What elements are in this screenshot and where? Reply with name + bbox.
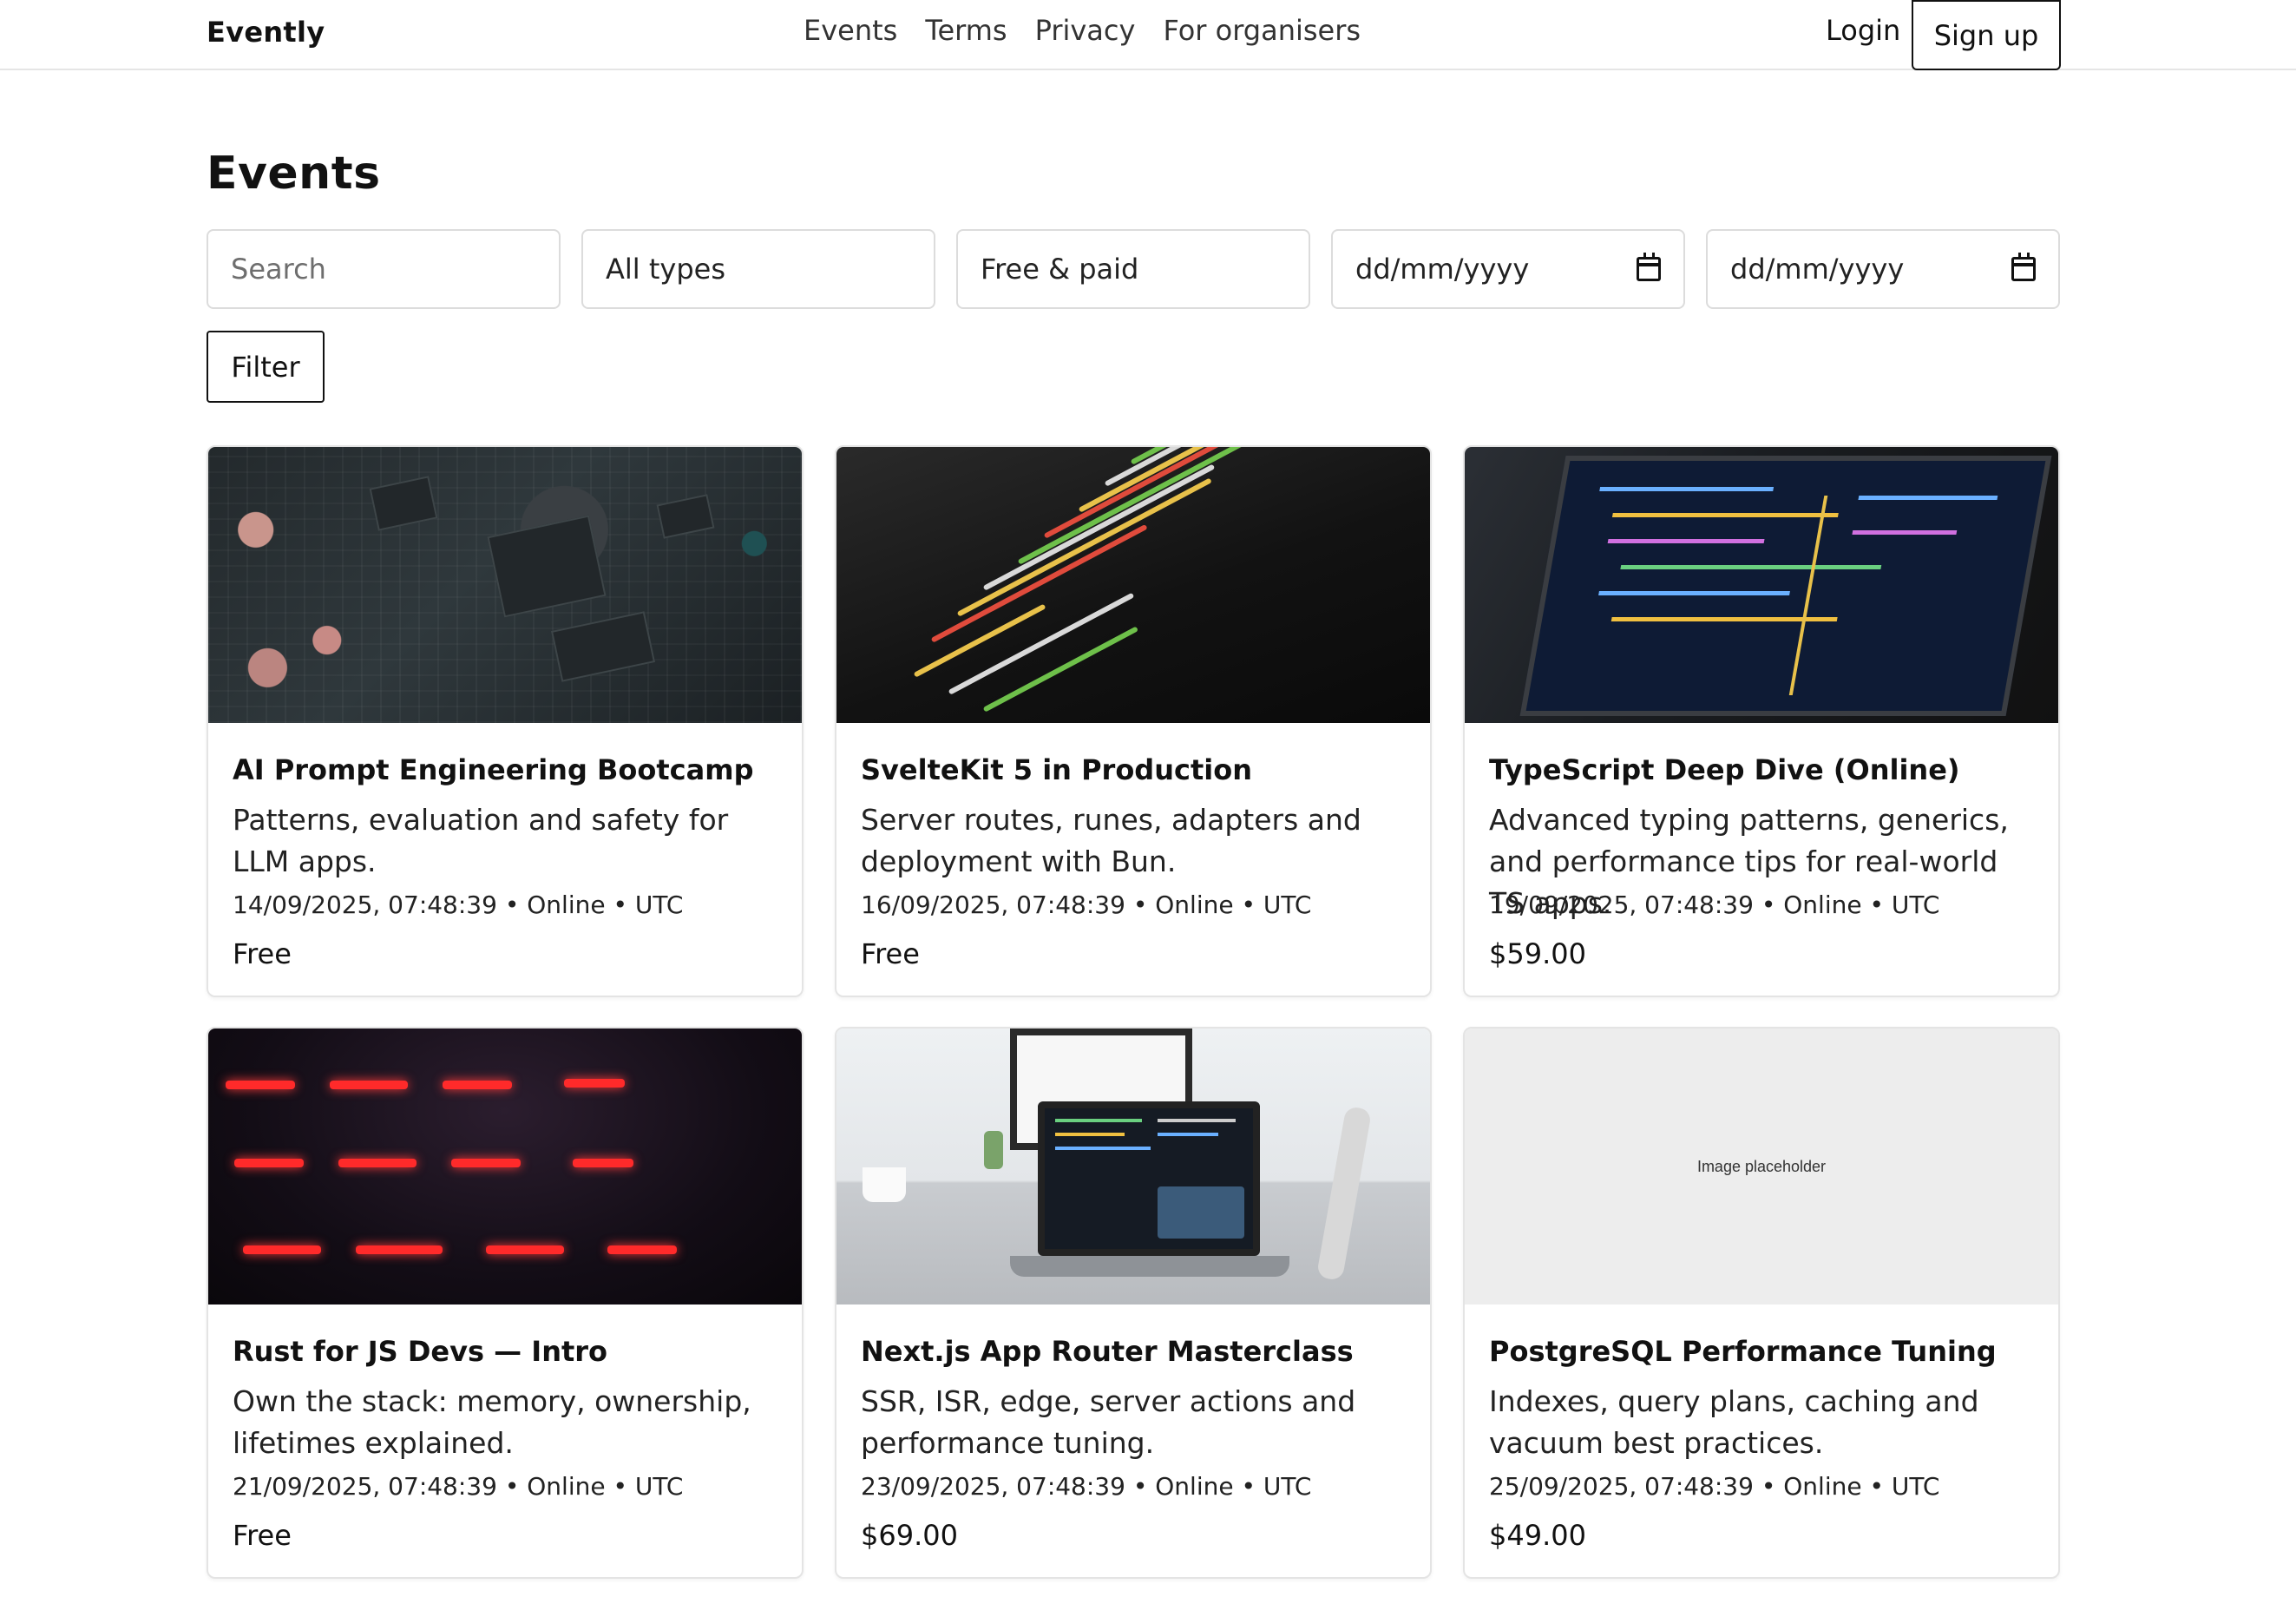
event-card[interactable]: SvelteKit 5 in Production Server routes,…	[835, 445, 1432, 997]
event-type-value: All types	[606, 253, 725, 286]
event-description: Server routes, runes, adapters and deplo…	[861, 803, 1361, 878]
event-image-desk-laptop	[836, 1029, 1430, 1305]
event-description: Patterns, evaluation and safety for LLM …	[233, 803, 729, 878]
event-image-red-keyboard	[208, 1029, 802, 1305]
event-description: Advanced typing patterns, generics, and …	[1489, 803, 2009, 920]
price-select[interactable]: Free & paid	[956, 229, 1310, 309]
filter-bar: Search All types Free & paid dd/mm/yyyy …	[207, 229, 2060, 309]
main-nav: Events Terms Privacy For organisers	[804, 14, 1361, 47]
event-description: Indexes, query plans, caching and vacuum…	[1489, 1384, 1979, 1460]
event-card[interactable]: Next.js App Router Masterclass SSR, ISR,…	[835, 1027, 1432, 1579]
signup-button[interactable]: Sign up	[1912, 0, 2061, 70]
date-from-placeholder: dd/mm/yyyy	[1355, 253, 1530, 286]
event-card[interactable]: AI Prompt Engineering Bootcamp Patterns,…	[207, 445, 804, 997]
event-title[interactable]: AI Prompt Engineering Bootcamp	[233, 752, 777, 787]
event-type-select[interactable]: All types	[581, 229, 935, 309]
search-input[interactable]: Search	[207, 229, 561, 309]
calendar-icon[interactable]	[2011, 253, 2036, 281]
event-title[interactable]: SvelteKit 5 in Production	[861, 752, 1406, 787]
nav-link-events[interactable]: Events	[804, 14, 897, 47]
event-meta: 19/09/2025, 07:48:39 • Online • UTC	[1489, 891, 1940, 919]
event-image-circuit-board	[208, 447, 802, 723]
event-card[interactable]: Rust for JS Devs — Intro Own the stack: …	[207, 1027, 804, 1579]
event-image-placeholder: Image placeholder	[1465, 1029, 2058, 1305]
date-to-input[interactable]: dd/mm/yyyy	[1706, 229, 2060, 309]
event-card[interactable]: TypeScript Deep Dive (Online) Advanced t…	[1463, 445, 2060, 997]
event-image-code-screen	[836, 447, 1430, 723]
login-link[interactable]: Login	[1826, 14, 1900, 47]
event-image-laptop-code	[1465, 447, 2058, 723]
event-price: Free	[233, 1519, 292, 1552]
event-price: $69.00	[861, 1519, 958, 1552]
event-price: Free	[861, 937, 920, 970]
page-title: Events	[207, 148, 381, 200]
date-from-input[interactable]: dd/mm/yyyy	[1331, 229, 1685, 309]
event-title[interactable]: TypeScript Deep Dive (Online)	[1489, 752, 2034, 787]
event-meta: 16/09/2025, 07:48:39 • Online • UTC	[861, 891, 1312, 919]
search-placeholder: Search	[231, 253, 326, 286]
nav-link-terms[interactable]: Terms	[925, 14, 1007, 47]
calendar-icon[interactable]	[1637, 253, 1661, 281]
event-meta: 21/09/2025, 07:48:39 • Online • UTC	[233, 1472, 684, 1501]
event-title[interactable]: Next.js App Router Masterclass	[861, 1334, 1406, 1369]
filter-button[interactable]: Filter	[207, 331, 325, 403]
event-price: $49.00	[1489, 1519, 1586, 1552]
brand-logo[interactable]: Evently	[207, 16, 325, 49]
event-meta: 14/09/2025, 07:48:39 • Online • UTC	[233, 891, 684, 919]
top-navigation-bar: Evently Events Terms Privacy For organis…	[0, 0, 2296, 70]
event-description: SSR, ISR, edge, server actions and perfo…	[861, 1384, 1356, 1460]
event-meta: 23/09/2025, 07:48:39 • Online • UTC	[861, 1472, 1312, 1501]
event-price: $59.00	[1489, 937, 1586, 970]
event-title[interactable]: PostgreSQL Performance Tuning	[1489, 1334, 2034, 1369]
event-grid: AI Prompt Engineering Bootcamp Patterns,…	[207, 445, 2060, 1579]
event-meta: 25/09/2025, 07:48:39 • Online • UTC	[1489, 1472, 1940, 1501]
event-price: Free	[233, 937, 292, 970]
nav-link-privacy[interactable]: Privacy	[1035, 14, 1136, 47]
date-to-placeholder: dd/mm/yyyy	[1730, 253, 1905, 286]
event-description: Own the stack: memory, ownership, lifeti…	[233, 1384, 751, 1460]
event-title[interactable]: Rust for JS Devs — Intro	[233, 1334, 777, 1369]
event-card[interactable]: Image placeholder PostgreSQL Performance…	[1463, 1027, 2060, 1579]
price-value: Free & paid	[981, 253, 1139, 286]
nav-link-for-organisers[interactable]: For organisers	[1163, 14, 1361, 47]
